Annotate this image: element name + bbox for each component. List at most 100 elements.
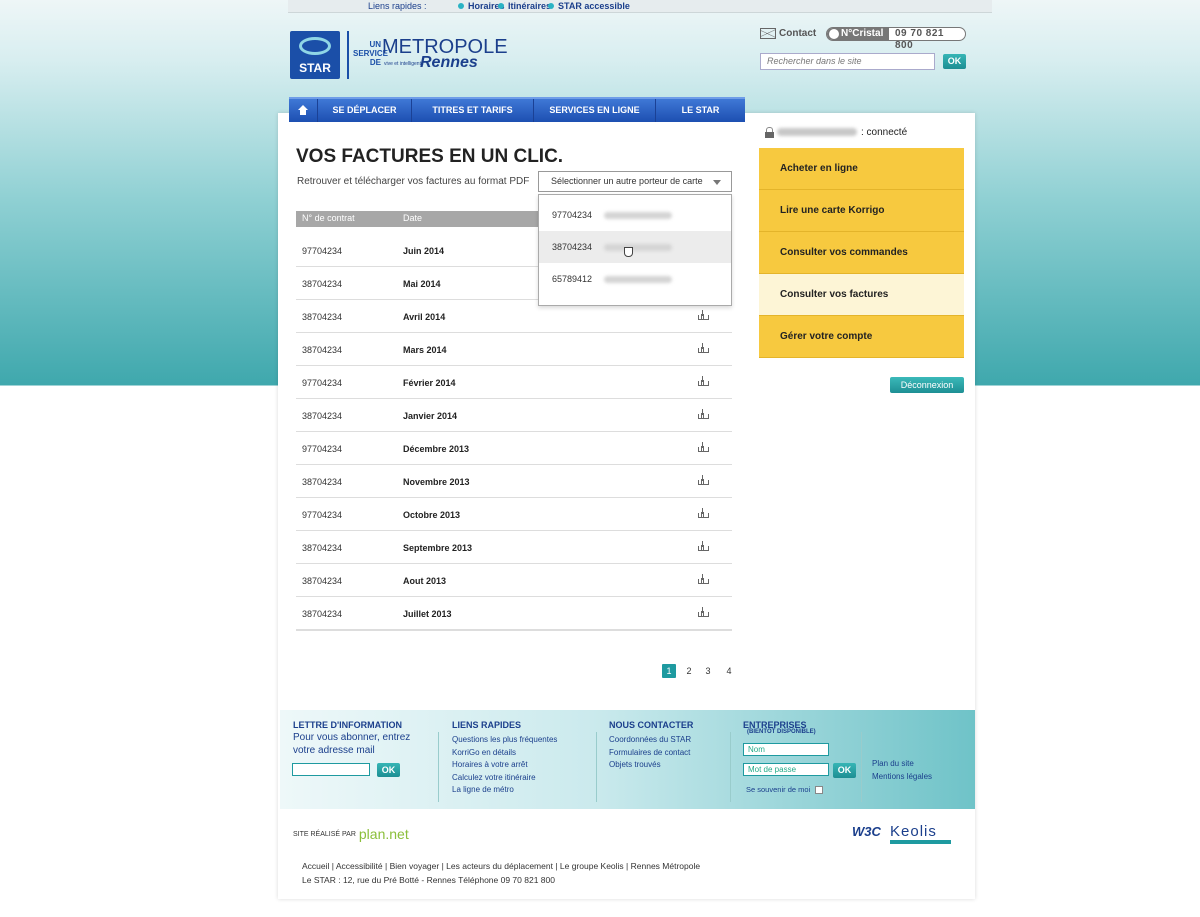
footer-link[interactable]: Questions les plus fréquentes bbox=[452, 734, 557, 747]
footer-link[interactable]: Plan du site bbox=[872, 758, 932, 771]
footer: LETTRE D'INFORMATION Pour vous abonner, … bbox=[280, 710, 975, 809]
search-input[interactable]: Rechercher dans le site bbox=[760, 53, 935, 70]
keolis-logo-bar bbox=[890, 840, 951, 844]
table-row: 97704234 Février 2014 bbox=[296, 366, 732, 399]
nav-titres-tarifs[interactable]: TITRES ET TARIFS bbox=[411, 99, 533, 122]
hand-cursor-icon bbox=[624, 247, 633, 257]
table-row: 38704234 Aout 2013 bbox=[296, 564, 732, 597]
site-credit: SITE RÉALISÉ PAR plan.net bbox=[293, 826, 409, 842]
star-logo[interactable]: STAR bbox=[290, 31, 340, 79]
footer-link[interactable]: Horaires à votre arrêt bbox=[452, 759, 557, 772]
footer-link[interactable]: La ligne de métro bbox=[452, 784, 557, 797]
download-icon[interactable] bbox=[698, 574, 709, 584]
nav-se-deplacer[interactable]: SE DÉPLACER bbox=[317, 99, 411, 122]
header-date: Date bbox=[403, 213, 423, 223]
home-icon[interactable] bbox=[289, 99, 317, 122]
quick-links-label: Liens rapides : bbox=[368, 1, 427, 11]
newsletter-title: LETTRE D'INFORMATION bbox=[293, 720, 402, 730]
download-icon[interactable] bbox=[698, 310, 709, 320]
footer-divider bbox=[596, 732, 597, 802]
table-row: 38704234 Janvier 2014 bbox=[296, 399, 732, 432]
blurred-user-name bbox=[777, 128, 857, 137]
footer-link[interactable]: Objets trouvés bbox=[609, 759, 691, 772]
download-icon[interactable] bbox=[698, 442, 709, 452]
quick-link-itineraires[interactable]: Itinéraires bbox=[498, 1, 551, 11]
quick-link-star-accessible[interactable]: STAR accessible bbox=[548, 1, 630, 11]
table-row: 38704234 Novembre 2013 bbox=[296, 465, 732, 498]
footer-link[interactable]: Le groupe Keolis bbox=[560, 861, 624, 871]
newsletter-ok-button[interactable]: OK bbox=[377, 763, 400, 777]
dropdown-option-hovered[interactable]: 38704234 bbox=[539, 231, 731, 263]
business-ok-button[interactable]: OK bbox=[833, 763, 856, 778]
footer-link[interactable]: Accueil bbox=[302, 861, 329, 871]
download-icon[interactable] bbox=[698, 376, 709, 386]
table-row: 97704234 Décembre 2013 bbox=[296, 432, 732, 465]
footer-link[interactable]: Les acteurs du déplacement bbox=[446, 861, 553, 871]
menu-acheter-en-ligne[interactable]: Acheter en ligne bbox=[759, 148, 964, 190]
download-icon[interactable] bbox=[698, 475, 709, 485]
download-icon[interactable] bbox=[698, 607, 709, 617]
menu-consulter-commandes[interactable]: Consulter vos commandes bbox=[759, 232, 964, 274]
dropdown-option[interactable]: 65789412 bbox=[539, 263, 731, 295]
blurred-holder-name bbox=[604, 244, 673, 252]
remember-me[interactable]: Se souvenir de moi bbox=[746, 785, 824, 795]
play-icon bbox=[829, 29, 839, 39]
keolis-logo[interactable]: Keolis bbox=[890, 823, 937, 840]
business-password-input[interactable]: Mot de passe bbox=[743, 763, 829, 776]
footer-link[interactable]: Accessibilité bbox=[336, 861, 383, 871]
search-ok-button[interactable]: OK bbox=[943, 54, 966, 69]
nav-le-star[interactable]: LE STAR bbox=[655, 99, 745, 122]
newsletter-email-input[interactable] bbox=[292, 763, 370, 776]
page-3[interactable]: 3 bbox=[701, 664, 715, 678]
main-nav: SE DÉPLACER TITRES ET TARIFS SERVICES EN… bbox=[289, 97, 745, 122]
card-holder-select[interactable]: Sélectionner un autre porteur de carte bbox=[538, 171, 732, 192]
menu-consulter-factures[interactable]: Consulter vos factures bbox=[759, 274, 964, 316]
rennes-logo-text: Rennes bbox=[420, 54, 478, 71]
footer-link[interactable]: Formulaires de contact bbox=[609, 747, 691, 760]
remember-checkbox[interactable] bbox=[815, 786, 824, 795]
menu-lire-carte-korrigo[interactable]: Lire une carte Korrigo bbox=[759, 190, 964, 232]
footer-divider bbox=[861, 732, 862, 802]
quick-links-title: LIENS RAPIDES bbox=[452, 720, 522, 730]
page-2[interactable]: 2 bbox=[682, 664, 696, 678]
page-title: VOS FACTURES EN UN CLIC. bbox=[296, 146, 564, 167]
business-name-input[interactable]: Nom bbox=[743, 743, 829, 756]
dropdown-option[interactable]: 97704234 bbox=[539, 199, 731, 231]
cristal-phone-badge: N°Cristal 09 70 821 800 bbox=[826, 27, 966, 51]
download-icon[interactable] bbox=[698, 541, 709, 551]
lock-icon bbox=[765, 127, 774, 139]
footer-link[interactable]: Rennes Métropole bbox=[631, 861, 700, 871]
menu-gerer-compte[interactable]: Gérer votre compte bbox=[759, 316, 964, 358]
bullet-icon bbox=[458, 3, 464, 9]
download-icon[interactable] bbox=[698, 508, 709, 518]
chevron-down-icon bbox=[713, 180, 721, 185]
logout-button[interactable]: Déconnexion bbox=[890, 377, 964, 393]
table-row: 38704234 Mars 2014 bbox=[296, 333, 732, 366]
download-icon[interactable] bbox=[698, 409, 709, 419]
logo-divider bbox=[347, 31, 349, 79]
user-status: : connecté bbox=[765, 127, 907, 139]
footer-link[interactable]: Mentions légales bbox=[872, 771, 932, 784]
plannet-link[interactable]: plan.net bbox=[359, 826, 409, 842]
footer-bottom-links: Accueil | Accessibilité | Bien voyager |… bbox=[302, 861, 701, 871]
footer-link[interactable]: Bien voyager bbox=[390, 861, 440, 871]
table-row: 38704234 Septembre 2013 bbox=[296, 531, 732, 564]
quick-links-bar: Liens rapides : Horaires Itinéraires STA… bbox=[288, 0, 992, 13]
footer-link[interactable]: KorriGo en détails bbox=[452, 747, 557, 760]
download-icon[interactable] bbox=[698, 343, 709, 353]
contact-title: NOUS CONTACTER bbox=[609, 720, 694, 730]
footer-address: Le STAR : 12, rue du Pré Botté - Rennes … bbox=[302, 875, 555, 885]
logo-service-text: UN SERVICE DE bbox=[353, 40, 388, 67]
footer-divider bbox=[438, 732, 439, 802]
bullet-icon bbox=[498, 3, 504, 9]
footer-link[interactable]: Calculez votre itinéraire bbox=[452, 772, 557, 785]
contact-link[interactable]: Contact bbox=[760, 28, 816, 39]
page-4[interactable]: 4 bbox=[722, 664, 736, 678]
footer-link[interactable]: Coordonnées du STAR bbox=[609, 734, 691, 747]
cristal-number: 09 70 821 800 bbox=[895, 28, 944, 51]
page-1[interactable]: 1 bbox=[662, 664, 676, 678]
w3c-logo[interactable]: W3C bbox=[852, 824, 881, 839]
bullet-icon bbox=[548, 3, 554, 9]
cristal-tag: N°Cristal bbox=[827, 28, 889, 40]
nav-services-en-ligne[interactable]: SERVICES EN LIGNE bbox=[533, 99, 655, 122]
